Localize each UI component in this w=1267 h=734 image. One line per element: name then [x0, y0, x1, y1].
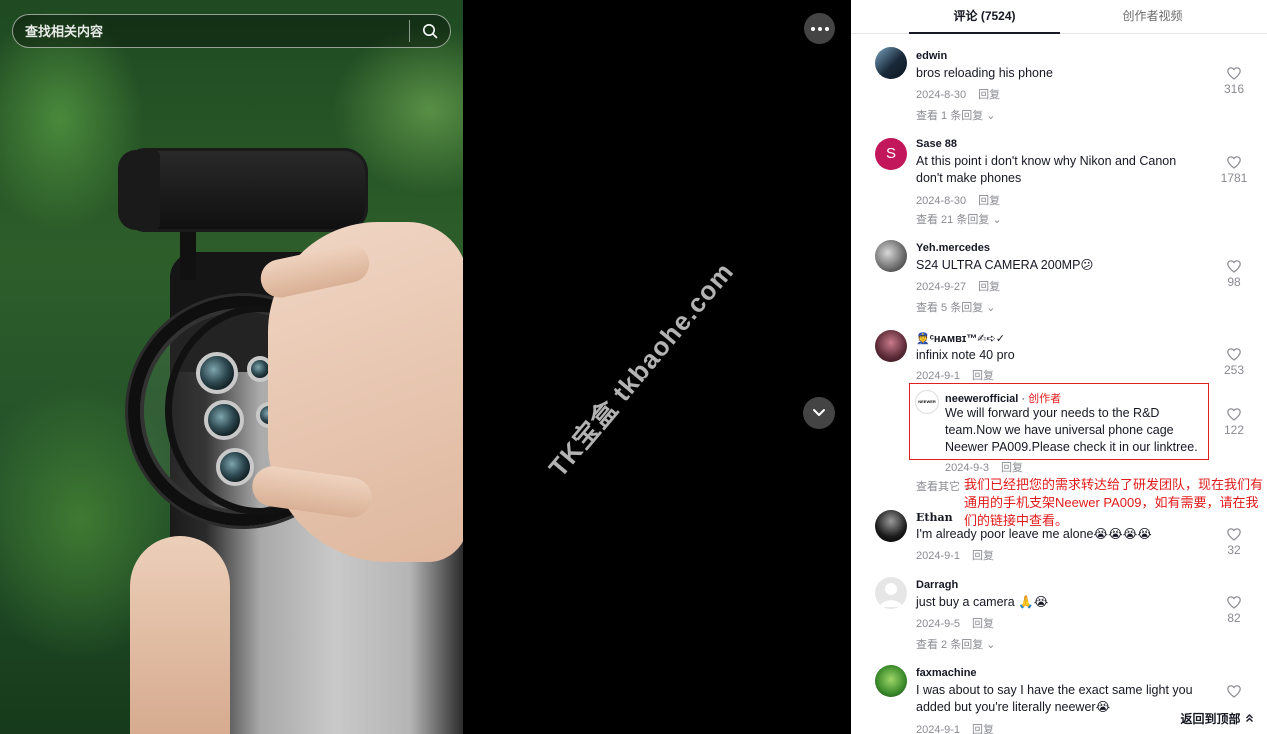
- like-button[interactable]: 1781: [1217, 156, 1251, 185]
- like-button[interactable]: 122: [1217, 408, 1251, 437]
- comment-date: 2024-9-1: [916, 724, 961, 734]
- heart-icon: [1227, 67, 1241, 80]
- search-icon: [423, 24, 438, 39]
- comment-username[interactable]: Darragh: [916, 579, 958, 591]
- tab-comments[interactable]: 评论 (7524): [909, 0, 1060, 34]
- avatar[interactable]: [875, 577, 907, 609]
- comment-meta: 2024-8-30 回复: [916, 86, 1000, 102]
- translation-annotation: 我们已经把您的需求转达给了研发团队，现在我们有通用的手机支架Neewer PA0…: [964, 477, 1264, 528]
- like-count: 316: [1223, 82, 1245, 96]
- reply-button[interactable]: 回复: [1001, 462, 1023, 474]
- comment-date: 2024-9-27: [916, 281, 967, 293]
- highlight-box: [909, 383, 1209, 460]
- heart-icon: [1227, 156, 1241, 169]
- default-avatar-icon: [880, 583, 902, 607]
- reply-meta: 2024-9-3 回复: [945, 459, 1023, 475]
- more-icon: [810, 26, 829, 31]
- comment-meta: 2024-9-1 回复: [916, 367, 994, 383]
- like-count: 32: [1227, 543, 1241, 557]
- heart-icon: [1227, 260, 1241, 273]
- avatar[interactable]: [875, 240, 907, 272]
- like-button[interactable]: 98: [1217, 260, 1251, 289]
- avatar[interactable]: [875, 47, 907, 79]
- heart-icon: [1227, 596, 1241, 609]
- avatar[interactable]: [875, 330, 907, 362]
- comments-panel: 评论 (7524) 创作者视频 edwin bros reloading his…: [851, 0, 1267, 734]
- comment-text: I was about to say I have the exact same…: [916, 683, 1193, 714]
- heart-icon: [1227, 685, 1241, 698]
- comment-date: 2024-9-1: [916, 370, 961, 382]
- comment-username[interactable]: faxmachine: [916, 667, 977, 679]
- comment-username[interactable]: edwin: [916, 50, 947, 62]
- comment-username[interactable]: Yeh.mercedes: [916, 242, 990, 254]
- video-player[interactable]: TK宝盒 tkbaohe.com: [0, 0, 851, 734]
- view-replies-button[interactable]: 查看 1 条回复 ⌄: [916, 107, 996, 123]
- comment-text: S24 ULTRA CAMERA 200MP😕: [916, 258, 1094, 272]
- watermark: TK宝盒 tkbaohe.com: [542, 256, 740, 483]
- search-button[interactable]: [410, 15, 450, 47]
- back-to-top-button[interactable]: 返回到顶部: [1170, 706, 1264, 730]
- more-options-button[interactable]: [804, 13, 835, 44]
- search-bar[interactable]: [12, 14, 451, 48]
- like-button[interactable]: 32: [1217, 528, 1251, 557]
- comment-text: infinix note 40 pro: [916, 348, 1015, 362]
- comment-meta: 2024-9-1 回复: [916, 547, 994, 563]
- like-button[interactable]: [1217, 685, 1251, 700]
- view-replies-button[interactable]: 查看 21 条回复 ⌄: [916, 211, 1002, 227]
- like-count: 253: [1223, 363, 1245, 377]
- comment-text: bros reloading his phone: [916, 66, 1053, 80]
- avatar[interactable]: [875, 665, 907, 697]
- next-video-button[interactable]: [803, 397, 835, 429]
- comment-meta: 2024-9-1 回复: [916, 721, 994, 734]
- heart-icon: [1227, 348, 1241, 361]
- arrow-up-icon: [1245, 714, 1253, 722]
- comment-date: 2024-8-30: [916, 195, 967, 207]
- reply-button[interactable]: 回复: [972, 724, 994, 734]
- comment-text: just buy a camera 🙏😭: [916, 595, 1049, 609]
- like-button[interactable]: 82: [1217, 596, 1251, 625]
- comment-meta: 2024-9-27 回复: [916, 278, 1000, 294]
- reply-button[interactable]: 回复: [978, 195, 1000, 207]
- like-count: 1781: [1220, 171, 1248, 185]
- tab-creator-videos[interactable]: 创作者视频: [1080, 0, 1225, 34]
- avatar[interactable]: [875, 510, 907, 542]
- heart-icon: [1227, 408, 1241, 421]
- back-to-top-label: 返回到顶部: [1180, 711, 1241, 726]
- reply-button[interactable]: 回复: [972, 370, 994, 382]
- panel-tabs: 评论 (7524) 创作者视频: [851, 0, 1267, 34]
- like-count: 122: [1223, 423, 1245, 437]
- reply-button[interactable]: 回复: [972, 550, 994, 562]
- view-replies-button[interactable]: 查看 2 条回复 ⌄: [916, 636, 996, 652]
- comment-date: 2024-9-5: [916, 618, 961, 630]
- chevron-down-icon: [813, 409, 825, 416]
- like-count: 82: [1227, 611, 1241, 625]
- reply-button[interactable]: 回复: [978, 281, 1000, 293]
- reply-button[interactable]: 回复: [972, 618, 994, 630]
- like-count: 98: [1227, 275, 1241, 289]
- comment-meta: 2024-8-30 回复: [916, 192, 1000, 208]
- search-input[interactable]: [13, 15, 409, 47]
- view-replies-button[interactable]: 查看 5 条回复 ⌄: [916, 299, 996, 315]
- reply-button[interactable]: 回复: [978, 89, 1000, 101]
- hand-illustration: [130, 536, 230, 734]
- comment-username[interactable]: Sase 88: [916, 138, 957, 150]
- like-button[interactable]: 316: [1217, 67, 1251, 96]
- comment-date: 2024-9-1: [916, 550, 961, 562]
- comment-date: 2024-8-30: [916, 89, 967, 101]
- avatar[interactable]: S: [875, 138, 907, 170]
- comment-username[interactable]: 👮ᶜʜᴀᴍʙɪ™✍︎➪✓: [916, 332, 1005, 345]
- like-button[interactable]: 253: [1217, 348, 1251, 377]
- reply-date: 2024-9-3: [945, 462, 990, 474]
- video-frame: [0, 0, 463, 734]
- comment-username[interactable]: Ethan: [916, 511, 953, 524]
- comment-meta: 2024-9-5 回复: [916, 615, 994, 631]
- comment-text: At this point i don't know why Nikon and…: [916, 154, 1177, 185]
